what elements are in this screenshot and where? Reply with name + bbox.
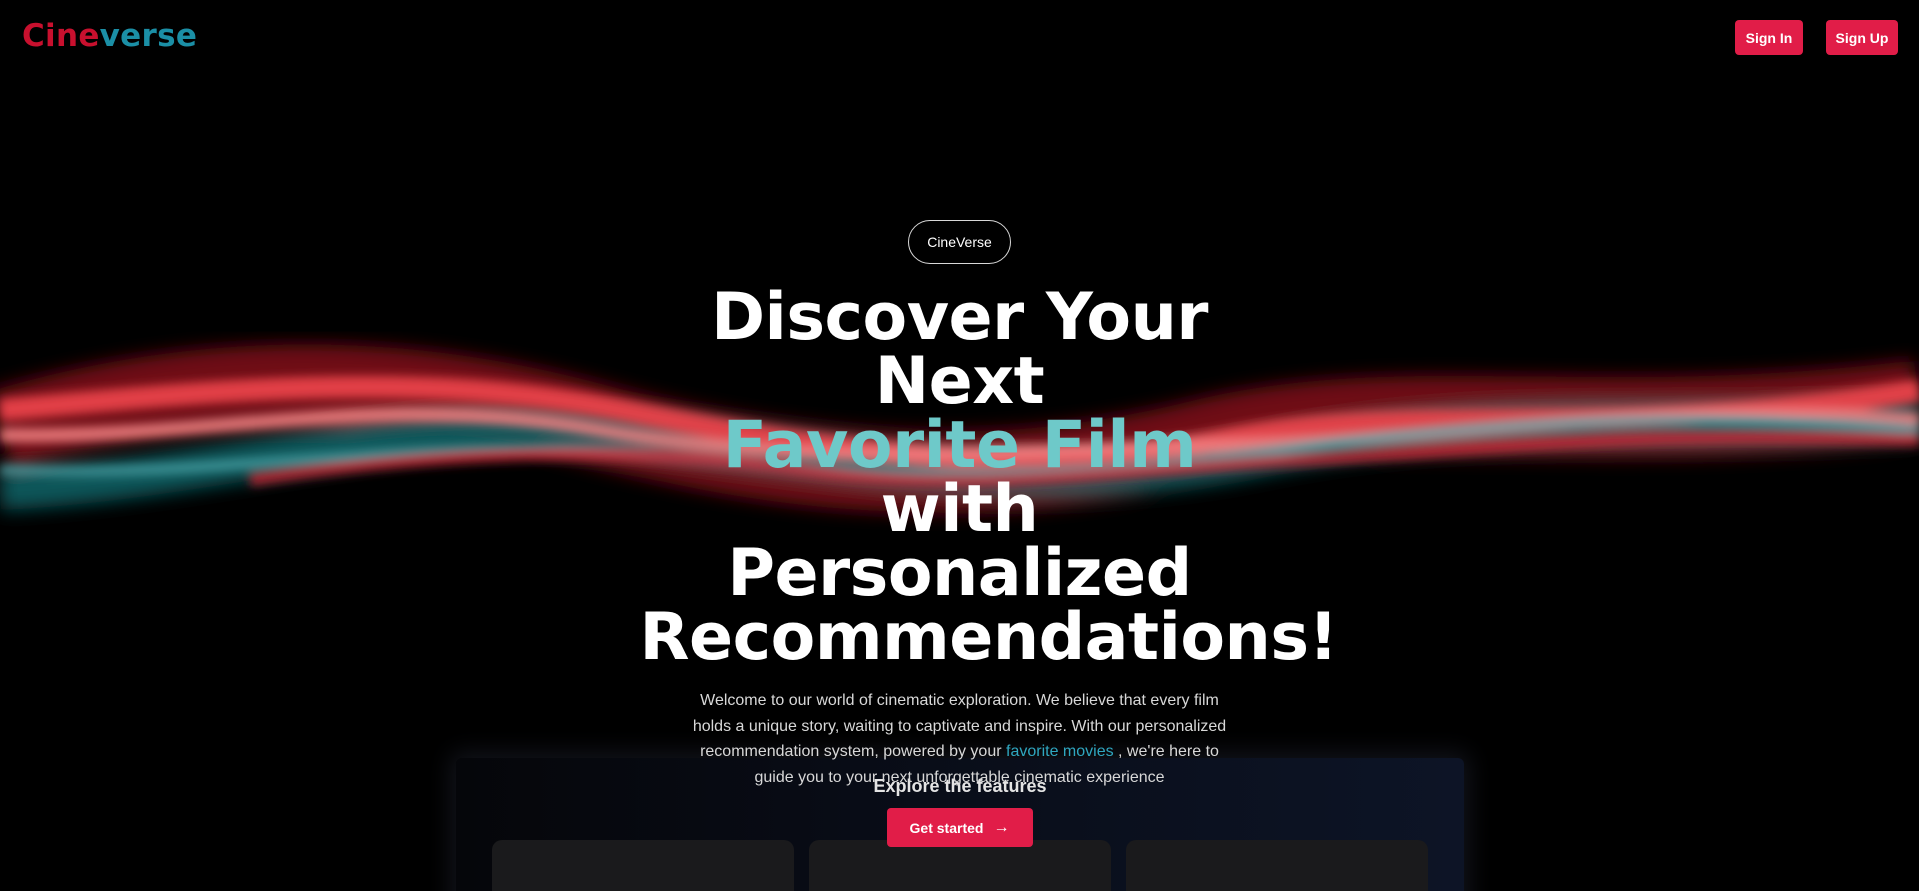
hero-section: CineVerse Discover Your Next Favorite Fi… <box>0 220 1919 847</box>
landing-page: Cineverse Sign In Sign Up CineVerse Disc… <box>0 0 1919 891</box>
feature-card[interactable] <box>492 840 794 891</box>
hero-description: Welcome to our world of cinematic explor… <box>680 688 1240 790</box>
logo-part-verse: verse <box>99 18 198 54</box>
sign-up-button[interactable]: Sign Up <box>1826 20 1898 55</box>
favorite-movies-link[interactable]: favorite movies <box>1006 743 1114 760</box>
sign-in-button[interactable]: Sign In <box>1735 20 1803 55</box>
hero-headline: Discover Your Next Favorite Film with Pe… <box>639 280 1339 675</box>
headline-line-4: Recommendations! <box>639 600 1339 675</box>
feature-card[interactable] <box>1126 840 1428 891</box>
headline-line-2: Favorite Film with <box>640 413 1280 542</box>
arrow-right-icon: → <box>993 818 1010 836</box>
brand-logo[interactable]: Cineverse <box>22 18 197 54</box>
get-started-button[interactable]: Get started → <box>886 808 1033 847</box>
brand-pill-badge: CineVerse <box>908 220 1011 264</box>
headline-line-3: Personalized <box>727 536 1192 611</box>
logo-part-cine: Cine <box>22 18 100 54</box>
top-navbar: Cineverse Sign In Sign Up <box>0 0 1919 76</box>
headline-line-1: Discover Your Next <box>711 280 1208 419</box>
feature-card[interactable] <box>809 840 1111 891</box>
get-started-label: Get started <box>909 819 984 836</box>
